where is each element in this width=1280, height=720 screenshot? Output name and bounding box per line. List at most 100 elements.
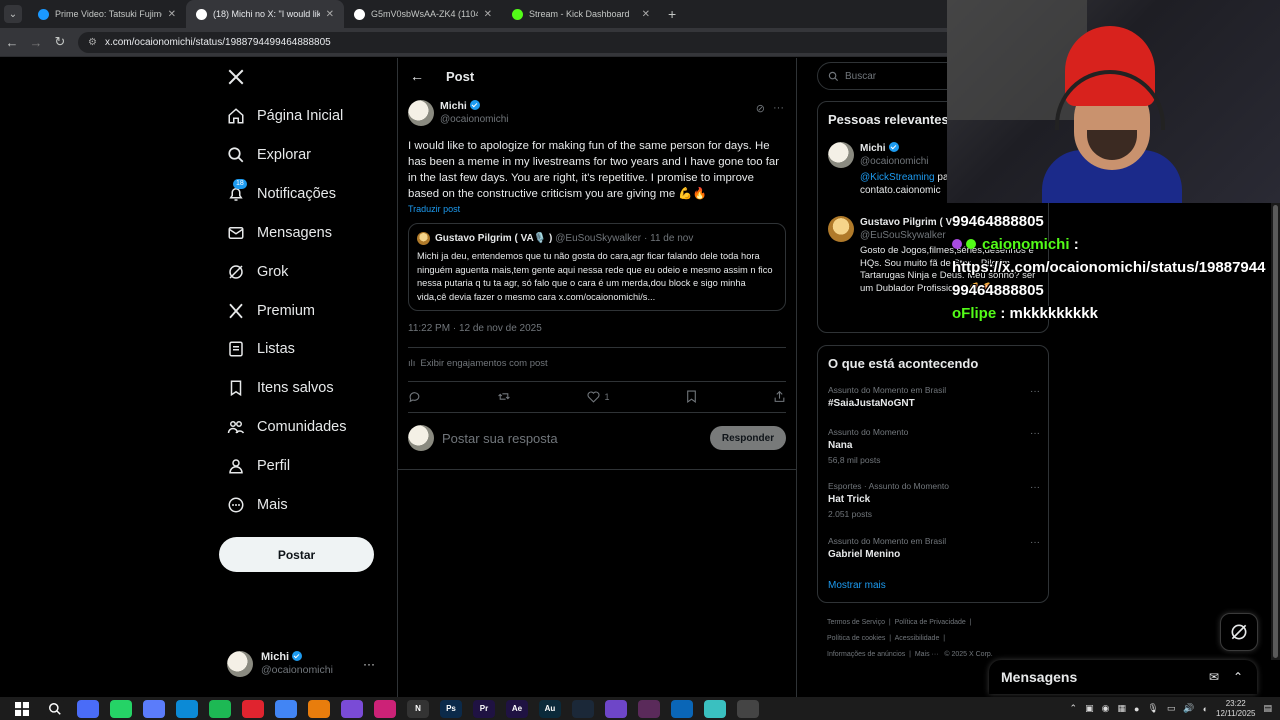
network-icon[interactable]: ▭ <box>1167 703 1176 714</box>
footer-link[interactable]: Mais ··· <box>915 651 939 658</box>
sidebar-item-search[interactable]: Explorar <box>227 143 311 167</box>
avatar[interactable] <box>408 100 434 126</box>
footer-link[interactable]: Termos de Serviço <box>827 619 885 626</box>
avatar[interactable] <box>828 142 854 168</box>
reply-button[interactable]: Responder <box>710 426 786 450</box>
translate-link[interactable]: Traduzir post <box>408 204 460 214</box>
tray-app-icon[interactable]: ▣ <box>1085 703 1094 714</box>
whatsapp-icon[interactable] <box>110 699 132 718</box>
browser-tab[interactable]: Prime Video: Tatsuki Fujimoto 1 ✕ <box>28 0 186 28</box>
bio-link[interactable]: @KickStreaming <box>860 172 935 183</box>
blender-icon[interactable] <box>308 699 330 718</box>
microphone-icon[interactable]: 🎙 <box>1147 703 1158 714</box>
account-switcher[interactable]: Michi @ocaionomichi ··· <box>227 649 387 679</box>
close-icon[interactable]: ✕ <box>326 9 334 20</box>
quoted-post[interactable]: Gustavo Pilgrim ( VA🎙️ ) @EuSouSkywalker… <box>408 223 786 311</box>
chrome-icon[interactable] <box>275 699 297 718</box>
trend-item[interactable]: Assunto do Momento em Brasil Gabriel Meni… <box>828 535 1040 562</box>
vscode-icon[interactable] <box>671 699 693 718</box>
notion-icon[interactable]: N <box>407 699 429 718</box>
obs2-icon[interactable] <box>737 699 759 718</box>
reply-input[interactable]: Postar sua resposta <box>442 431 710 446</box>
more-options-icon[interactable]: ··· <box>1030 482 1040 493</box>
trend-item[interactable]: Assunto do Momento em Brasil #SaiaJustaNo… <box>828 384 1040 411</box>
sidebar-item-people[interactable]: Comunidades <box>227 415 346 439</box>
back-arrow-icon[interactable]: ← <box>410 68 430 84</box>
windows-icon[interactable] <box>11 699 33 718</box>
messages-drawer[interactable]: Mensagens ✉ ⌃ <box>989 660 1257 694</box>
footer-link[interactable]: Política de cookies <box>827 635 885 642</box>
url-field[interactable]: ⚙ x.com/ocaionomichi/status/198879449946… <box>78 31 978 53</box>
bookmark-icon[interactable] <box>686 390 697 403</box>
more-options-icon[interactable]: ··· <box>773 102 784 115</box>
sidebar-item-list[interactable]: Listas <box>227 337 295 361</box>
person-item[interactable]: Michi @ocaionomichi @KickStreaming pa co… <box>828 142 949 197</box>
opera-icon[interactable] <box>242 699 264 718</box>
tray-app-icon[interactable]: ◐ <box>1203 704 1208 714</box>
repost-icon[interactable] <box>497 390 511 403</box>
more-options-icon[interactable]: ··· <box>1030 386 1040 397</box>
tray-app-icon[interactable]: ● <box>1134 704 1139 714</box>
sidebar-item-home[interactable]: Página Inicial <box>227 104 343 128</box>
tray-app-icon[interactable]: ▦ <box>1117 703 1126 714</box>
close-icon[interactable]: ✕ <box>168 9 176 20</box>
person-name[interactable]: Michi <box>860 143 886 154</box>
forward-icon[interactable]: → <box>24 35 48 50</box>
premiere-icon[interactable]: Pr <box>473 699 495 718</box>
clock[interactable]: 23:22 12/11/2025 <box>1216 699 1255 719</box>
obs-icon[interactable] <box>605 699 627 718</box>
sidebar-item-person[interactable]: Perfil <box>227 454 290 478</box>
app2-icon[interactable] <box>374 699 396 718</box>
app3-icon[interactable] <box>704 699 726 718</box>
new-tab-button[interactable]: + <box>668 6 676 22</box>
post-timestamp[interactable]: 11:22 PM · 12 de nov de 2025 <box>408 323 542 334</box>
close-icon[interactable]: ✕ <box>484 9 492 20</box>
app-icon[interactable] <box>341 699 363 718</box>
like-button[interactable]: 1 <box>587 390 609 403</box>
sidebar-item-x[interactable]: Premium <box>227 299 315 323</box>
grok-button[interactable] <box>1220 613 1258 651</box>
reload-icon[interactable]: ↻ <box>48 34 72 50</box>
photoshop-icon[interactable]: Ps <box>440 699 462 718</box>
x-logo-icon[interactable] <box>227 68 245 86</box>
footer-link[interactable]: Política de Privacidade <box>895 619 966 626</box>
tray-chevron-icon[interactable]: ⌃ <box>1070 703 1078 714</box>
expand-icon[interactable]: ⌃ <box>1233 670 1243 684</box>
close-icon[interactable]: ✕ <box>642 9 650 20</box>
volume-icon[interactable]: 🔊 <box>1183 703 1194 714</box>
author-handle[interactable]: @ocaionomichi <box>440 114 509 125</box>
author-name[interactable]: Michi <box>440 100 467 112</box>
search-icon[interactable] <box>44 699 66 718</box>
view-engagements-link[interactable]: ılı Exibir engajamentos com post <box>408 358 548 369</box>
sidebar-item-grok[interactable]: Grok <box>227 260 288 284</box>
show-more-link[interactable]: Mostrar mais <box>828 580 886 591</box>
more-options-icon[interactable]: ··· <box>363 657 375 671</box>
post-button[interactable]: Postar <box>219 537 374 572</box>
reply-icon[interactable] <box>408 390 421 403</box>
tab-search-button[interactable]: ⌄ <box>4 5 22 23</box>
tray-app-icon[interactable]: ◉ <box>1102 703 1110 714</box>
aftereffects-icon[interactable]: Ae <box>506 699 528 718</box>
sidebar-item-bell[interactable]: 18 Notificações <box>227 178 336 206</box>
sidebar-item-more-circle[interactable]: Mais <box>227 493 288 517</box>
vegas-icon[interactable] <box>638 699 660 718</box>
new-message-icon[interactable]: ✉ <box>1209 670 1219 684</box>
notification-icon[interactable]: ▤ <box>1263 703 1272 714</box>
copilot-icon[interactable] <box>143 699 165 718</box>
trend-item[interactable]: Assunto do Momento Nana 56,8 mil posts ··· <box>828 426 1040 467</box>
footer-link[interactable]: Informações de anúncios <box>827 651 905 658</box>
trend-item[interactable]: Esportes · Assunto do Momento Hat Trick 2.… <box>828 480 1040 521</box>
browser-tab[interactable]: (18) Michi no X: "I would like to ✕ <box>186 0 344 28</box>
share-icon[interactable] <box>773 390 786 403</box>
browser-tab[interactable]: G5mV0sbWsAA-ZK4 (1104×42 ✕ <box>344 0 502 28</box>
avatar[interactable] <box>828 216 854 242</box>
sidebar-item-bookmark[interactable]: Itens salvos <box>227 376 334 400</box>
audition-icon[interactable]: Au <box>539 699 561 718</box>
steam-icon[interactable] <box>572 699 594 718</box>
grok-icon[interactable]: ⊘ <box>756 102 765 115</box>
scrollbar-thumb[interactable] <box>1273 205 1278 658</box>
more-options-icon[interactable]: ··· <box>1030 537 1040 548</box>
more-options-icon[interactable]: ··· <box>1030 428 1040 439</box>
page-scrollbar[interactable] <box>1271 203 1280 660</box>
site-info-icon[interactable]: ⚙ <box>88 37 97 48</box>
